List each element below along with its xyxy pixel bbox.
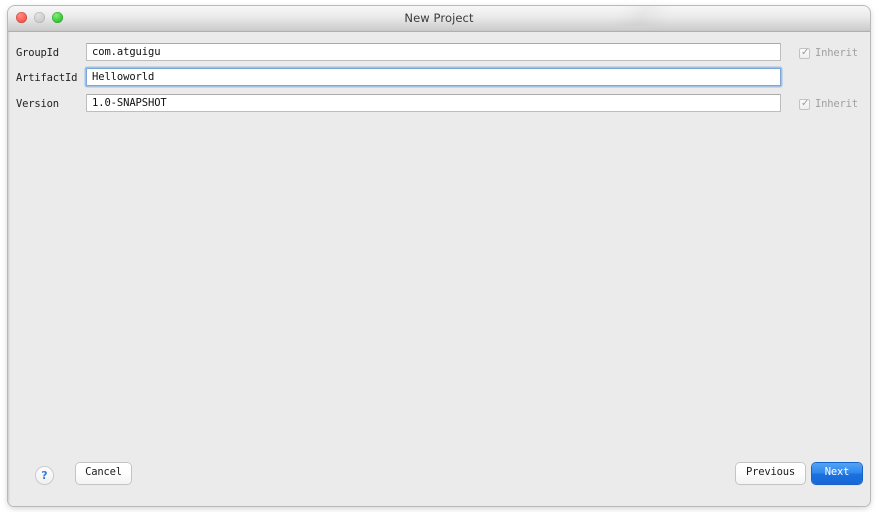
version-inherit-checkbox[interactable]: ✓ [799, 97, 810, 110]
next-button[interactable]: Next [812, 463, 862, 484]
form-row-artifactid: ArtifactId [8, 68, 870, 88]
window-title: New Project [404, 11, 474, 25]
version-input[interactable] [86, 94, 781, 112]
artifactid-label: ArtifactId [16, 72, 78, 84]
form-row-groupid: GroupId ✓ Inherit [8, 43, 870, 63]
previous-button[interactable]: Previous [736, 463, 805, 484]
artifactid-input[interactable] [86, 68, 781, 86]
form-row-version: Version ✓ Inherit [8, 94, 870, 114]
checkmark-icon: ✓ [801, 97, 810, 109]
cancel-button[interactable]: Cancel [76, 463, 131, 484]
help-icon[interactable]: ? [36, 467, 53, 484]
groupid-inherit-group[interactable]: ✓ Inherit [799, 44, 858, 62]
checkmark-icon: ✓ [801, 46, 810, 58]
groupid-inherit-label: Inherit [815, 47, 858, 59]
window-titlebar: New Project [8, 6, 870, 32]
new-project-dialog-window: New Project GroupId ✓ Inherit ArtifactId… [8, 6, 870, 506]
groupid-input[interactable] [86, 43, 781, 61]
dialog-content: GroupId ✓ Inherit ArtifactId Version ✓ I… [8, 32, 870, 506]
version-label: Version [16, 98, 59, 110]
dialog-footer: ? Cancel Previous Next [8, 454, 870, 506]
groupid-inherit-checkbox[interactable]: ✓ [799, 46, 810, 59]
version-inherit-group[interactable]: ✓ Inherit [799, 95, 858, 113]
groupid-label: GroupId [16, 47, 59, 59]
version-inherit-label: Inherit [815, 98, 858, 110]
